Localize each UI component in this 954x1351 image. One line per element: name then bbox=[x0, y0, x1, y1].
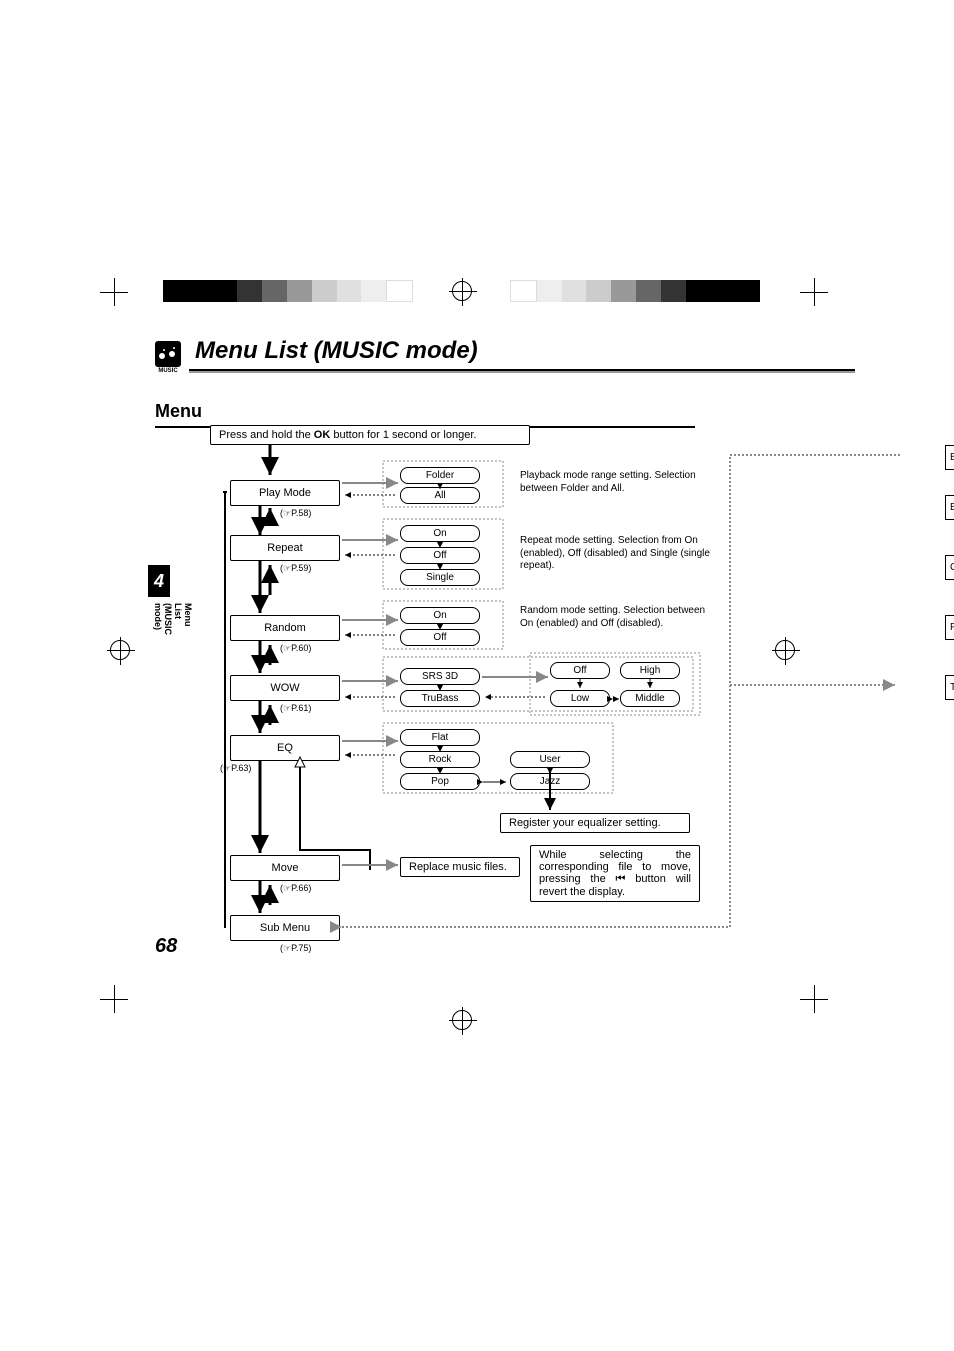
crop-mark bbox=[800, 985, 828, 1013]
section-title: Menu bbox=[155, 401, 855, 422]
registration-mark bbox=[452, 1010, 472, 1030]
page-number: 68 bbox=[155, 935, 177, 958]
page-heading: MUSIC Menu List (MUSIC mode) bbox=[155, 335, 855, 373]
crop-mark bbox=[100, 278, 128, 306]
crop-mark bbox=[800, 278, 828, 306]
page-content: MUSIC Menu List (MUSIC mode) Menu 4 Menu… bbox=[155, 335, 855, 428]
registration-bars bbox=[510, 280, 760, 302]
registration-mark bbox=[452, 281, 472, 301]
music-mode-icon-label: MUSIC bbox=[155, 368, 181, 374]
menu-flow-diagram: Press and hold the OK button for 1 secon… bbox=[200, 425, 950, 985]
crop-mark bbox=[100, 985, 128, 1013]
registration-mark bbox=[110, 640, 130, 660]
page-title: Menu List (MUSIC mode) bbox=[189, 335, 855, 367]
side-running-head: Menu List (MUSIC mode) bbox=[153, 603, 193, 635]
registration-bars bbox=[163, 280, 413, 302]
diagram-arrows bbox=[200, 425, 950, 985]
music-mode-icon bbox=[155, 341, 181, 367]
chapter-tab: 4 bbox=[148, 565, 170, 597]
